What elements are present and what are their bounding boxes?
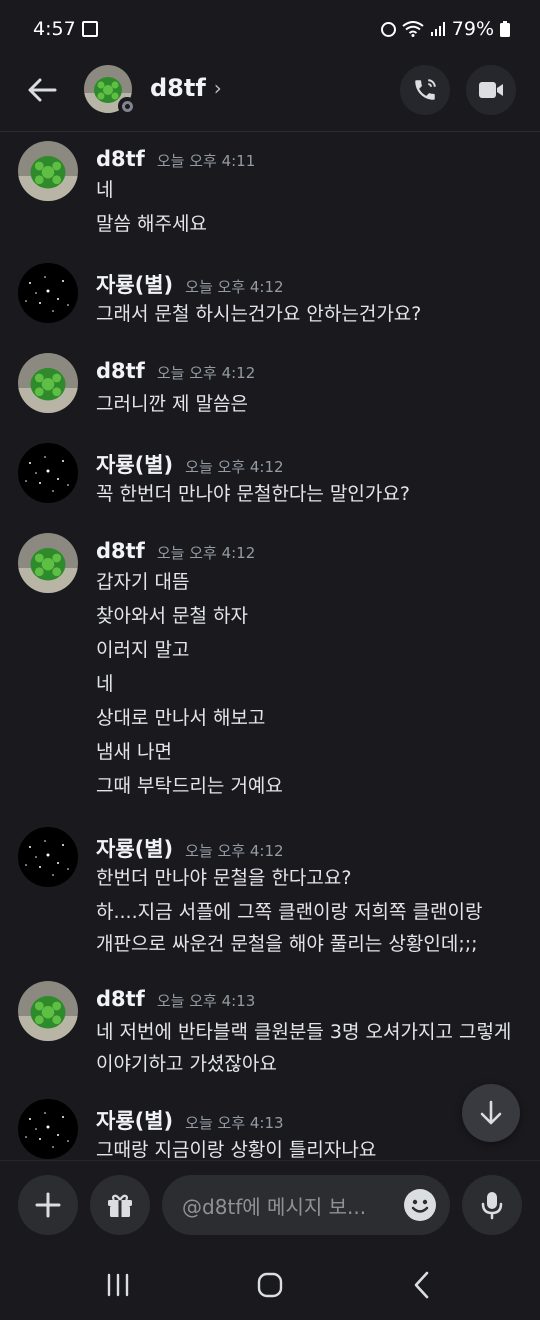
wifi-icon [402, 21, 424, 37]
message-header: 자룡(별) 오늘 오후 4:12 [96, 833, 284, 863]
message-text[interactable]: 말씀 해주세요 [96, 209, 207, 236]
message-timestamp: 오늘 오후 4:11 [156, 152, 256, 170]
message-text[interactable]: 갑자기 대뜸 [96, 567, 189, 594]
chevron-right-icon: › [213, 76, 222, 100]
chat-header: d8tf › [0, 58, 540, 132]
home-button[interactable] [250, 1270, 290, 1300]
turtle-avatar-icon [18, 141, 78, 201]
starfield-avatar-icon [18, 263, 78, 323]
message-header: d8tf 오늘 오후 4:12 [96, 359, 255, 383]
user-avatar[interactable] [18, 827, 78, 887]
message-timestamp: 오늘 오후 4:12 [156, 544, 256, 562]
message-author[interactable]: d8tf [96, 987, 145, 1011]
message-timestamp: 오늘 오후 4:12 [156, 364, 256, 382]
message-text[interactable]: 그러니깐 제 말씀은 [96, 389, 248, 416]
voice-call-button[interactable] [400, 65, 450, 115]
message-header: 자룡(별) 오늘 오후 4:12 [96, 449, 284, 479]
user-avatar[interactable] [18, 353, 78, 413]
emoji-icon[interactable] [404, 1189, 436, 1221]
message-header: 자룡(별) 오늘 오후 4:13 [96, 1105, 284, 1135]
message-text[interactable]: 냄새 나면 [96, 737, 172, 764]
message-text[interactable]: 네 저번에 반타블랙 클원분들 3명 오셔가지고 그렇게 [96, 1017, 511, 1044]
message-timestamp: 오늘 오후 4:12 [185, 458, 284, 476]
message-author[interactable]: d8tf [96, 147, 145, 171]
message-author[interactable]: 자룡(별) [96, 1105, 173, 1135]
message-text[interactable]: 하....지금 서플에 그쪽 클랜이랑 저희쪽 클랜이랑 [96, 897, 482, 924]
message-text[interactable]: 이러지 말고 [96, 635, 189, 662]
turtle-avatar-icon [18, 353, 78, 413]
signal-icon [430, 22, 445, 36]
starfield-avatar-icon [18, 827, 78, 887]
voice-message-button[interactable] [462, 1175, 522, 1235]
message-header: d8tf 오늘 오후 4:12 [96, 539, 255, 563]
message-text[interactable]: 찾아와서 문철 하자 [96, 601, 248, 628]
add-attachment-button[interactable] [18, 1175, 78, 1235]
user-avatar[interactable] [18, 263, 78, 323]
message-header: 자룡(별) 오늘 오후 4:12 [96, 269, 284, 299]
jump-to-bottom-button[interactable] [462, 1084, 520, 1142]
message-text[interactable]: 그래서 문철 하시는건가요 안하는건가요? [96, 299, 421, 326]
message-author[interactable]: d8tf [96, 359, 145, 383]
message-author[interactable]: 자룡(별) [96, 269, 173, 299]
header-avatar[interactable] [84, 65, 136, 115]
alarm-icon [380, 21, 396, 37]
message-text[interactable]: 이야기하고 가셨잖아요 [96, 1049, 277, 1076]
message-text[interactable]: 한번더 만나야 문철을 한다고요? [96, 863, 351, 890]
message-timestamp: 오늘 오후 4:12 [185, 842, 284, 860]
user-avatar[interactable] [18, 141, 78, 201]
message-text[interactable]: 네 [96, 175, 113, 202]
chevron-left-icon [414, 1271, 429, 1299]
message-composer: @d8tf에 메시지 보... [0, 1160, 540, 1248]
plus-icon [35, 1192, 61, 1218]
user-avatar[interactable] [18, 1099, 78, 1159]
battery-icon [500, 21, 510, 37]
arrow-down-icon [480, 1100, 502, 1125]
message-author[interactable]: 자룡(별) [96, 833, 173, 863]
message-timestamp: 오늘 오후 4:13 [185, 1114, 284, 1132]
message-header: d8tf 오늘 오후 4:13 [96, 987, 255, 1011]
microphone-icon [481, 1192, 503, 1220]
system-nav-bar [0, 1248, 540, 1320]
video-camera-icon [479, 82, 503, 98]
message-input[interactable]: @d8tf에 메시지 보... [162, 1175, 450, 1235]
status-bar: 4:57 79% [0, 0, 540, 58]
turtle-avatar-icon [18, 533, 78, 593]
home-icon [257, 1272, 283, 1298]
user-avatar[interactable] [18, 443, 78, 503]
back-button[interactable] [22, 72, 62, 108]
message-text[interactable]: 상대로 만나서 해보고 [96, 703, 265, 730]
gallery-icon [82, 21, 98, 37]
starfield-avatar-icon [18, 443, 78, 503]
recent-apps-button[interactable] [98, 1270, 138, 1300]
phone-icon [415, 79, 436, 100]
status-indicators: 79% [380, 18, 510, 40]
channel-title[interactable]: d8tf › [150, 74, 222, 102]
turtle-avatar-icon [18, 981, 78, 1041]
user-avatar[interactable] [18, 981, 78, 1041]
gift-icon [108, 1194, 132, 1217]
message-timestamp: 오늘 오후 4:13 [156, 992, 256, 1010]
recent-apps-icon [107, 1273, 129, 1297]
status-offline-icon [118, 97, 136, 115]
message-text[interactable]: 그때랑 지금이랑 상황이 틀리자나요 [96, 1135, 376, 1160]
message-text[interactable]: 꼭 한번더 만나야 문철한다는 말인가요? [96, 479, 410, 506]
message-author[interactable]: 자룡(별) [96, 449, 173, 479]
arrow-left-icon [28, 78, 57, 102]
message-text[interactable]: 그때 부탁드리는 거예요 [96, 771, 283, 798]
system-back-button[interactable] [402, 1270, 442, 1300]
starfield-avatar-icon [18, 1099, 78, 1159]
message-text[interactable]: 개판으로 싸운건 문철을 해야 풀리는 상황인데;;; [96, 929, 478, 956]
message-text[interactable]: 네 [96, 669, 113, 696]
gift-button[interactable] [90, 1175, 150, 1235]
message-input-placeholder: @d8tf에 메시지 보... [182, 1194, 367, 1219]
message-timestamp: 오늘 오후 4:12 [185, 278, 284, 296]
message-header: d8tf 오늘 오후 4:11 [96, 147, 255, 171]
channel-name: d8tf [150, 74, 206, 102]
status-time: 4:57 [33, 18, 76, 40]
message-list[interactable]: d8tf 오늘 오후 4:11 네 말씀 해주세요 자룡(별) 오늘 오후 4:… [0, 133, 540, 1160]
battery-percent: 79% [451, 18, 494, 40]
message-author[interactable]: d8tf [96, 539, 145, 563]
video-call-button[interactable] [466, 65, 516, 115]
user-avatar[interactable] [18, 533, 78, 593]
